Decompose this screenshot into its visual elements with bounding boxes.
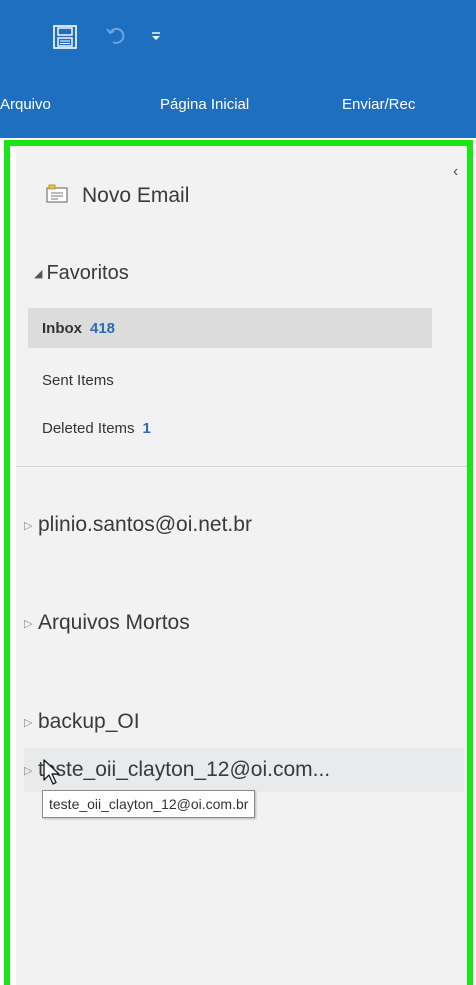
account-arquivos-mortos[interactable]: ▷ Arquivos Mortos: [24, 601, 464, 645]
folder-inbox[interactable]: Inbox 418: [28, 308, 432, 348]
undo-icon[interactable]: [104, 24, 126, 46]
folder-label: Sent Items: [42, 371, 114, 389]
account-label: teste_oii_clayton_12@oi.com...: [38, 758, 331, 781]
account-label: plinio.santos@oi.net.br: [38, 513, 252, 536]
collapse-pane-icon[interactable]: ‹: [453, 163, 458, 181]
unread-count: 418: [90, 319, 116, 337]
folder-label: Inbox: [42, 319, 82, 337]
save-icon[interactable]: [52, 24, 78, 50]
account-label: Arquivos Mortos: [38, 611, 190, 634]
customize-quick-access-icon[interactable]: [148, 24, 164, 46]
expand-arrow-icon: ▷: [24, 617, 33, 630]
ribbon-tabs: Arquivo Página Inicial Enviar/Rec: [0, 76, 476, 138]
account-tooltip: teste_oii_clayton_12@oi.com.br: [42, 790, 256, 818]
folder-deleted-items[interactable]: Deleted Items 1: [28, 408, 432, 448]
account-plinio-santos[interactable]: ▷ plinio.santos@oi.net.br: [24, 503, 464, 547]
new-email-icon: [46, 184, 68, 209]
favorites-label: Favoritos: [46, 262, 129, 284]
tab-arquivo[interactable]: Arquivo: [0, 96, 51, 113]
favorites-header[interactable]: ◢ Favoritos: [34, 262, 129, 285]
account-backup-oi[interactable]: ▷ backup_OI: [24, 700, 464, 744]
tab-enviar-receber[interactable]: Enviar/Rec: [342, 96, 415, 113]
tab-pagina-inicial[interactable]: Página Inicial: [160, 96, 249, 113]
folder-pane: ‹ Novo Email ◢ Favoritos Inbox 418 Sent: [4, 140, 473, 985]
folder-label: Deleted Items: [42, 419, 135, 437]
folder-sent-items[interactable]: Sent Items: [28, 360, 432, 400]
account-label: backup_OI: [38, 710, 140, 733]
expand-arrow-icon: ▷: [24, 716, 33, 729]
folder-pane-body: ‹ Novo Email ◢ Favoritos Inbox 418 Sent: [16, 146, 467, 985]
divider: [16, 466, 467, 467]
title-bar: [0, 0, 476, 76]
expand-arrow-icon: ▷: [24, 519, 33, 532]
new-email-label: Novo Email: [82, 184, 190, 207]
expand-triangle-icon: ◢: [34, 268, 43, 280]
mouse-cursor-icon: [42, 758, 64, 786]
unread-count: 1: [142, 419, 151, 437]
expand-arrow-icon: ▷: [24, 764, 33, 777]
new-email-button[interactable]: Novo Email: [46, 176, 266, 216]
account-teste-oii-clayton[interactable]: ▷ teste_oii_clayton_12@oi.com...: [24, 748, 464, 792]
